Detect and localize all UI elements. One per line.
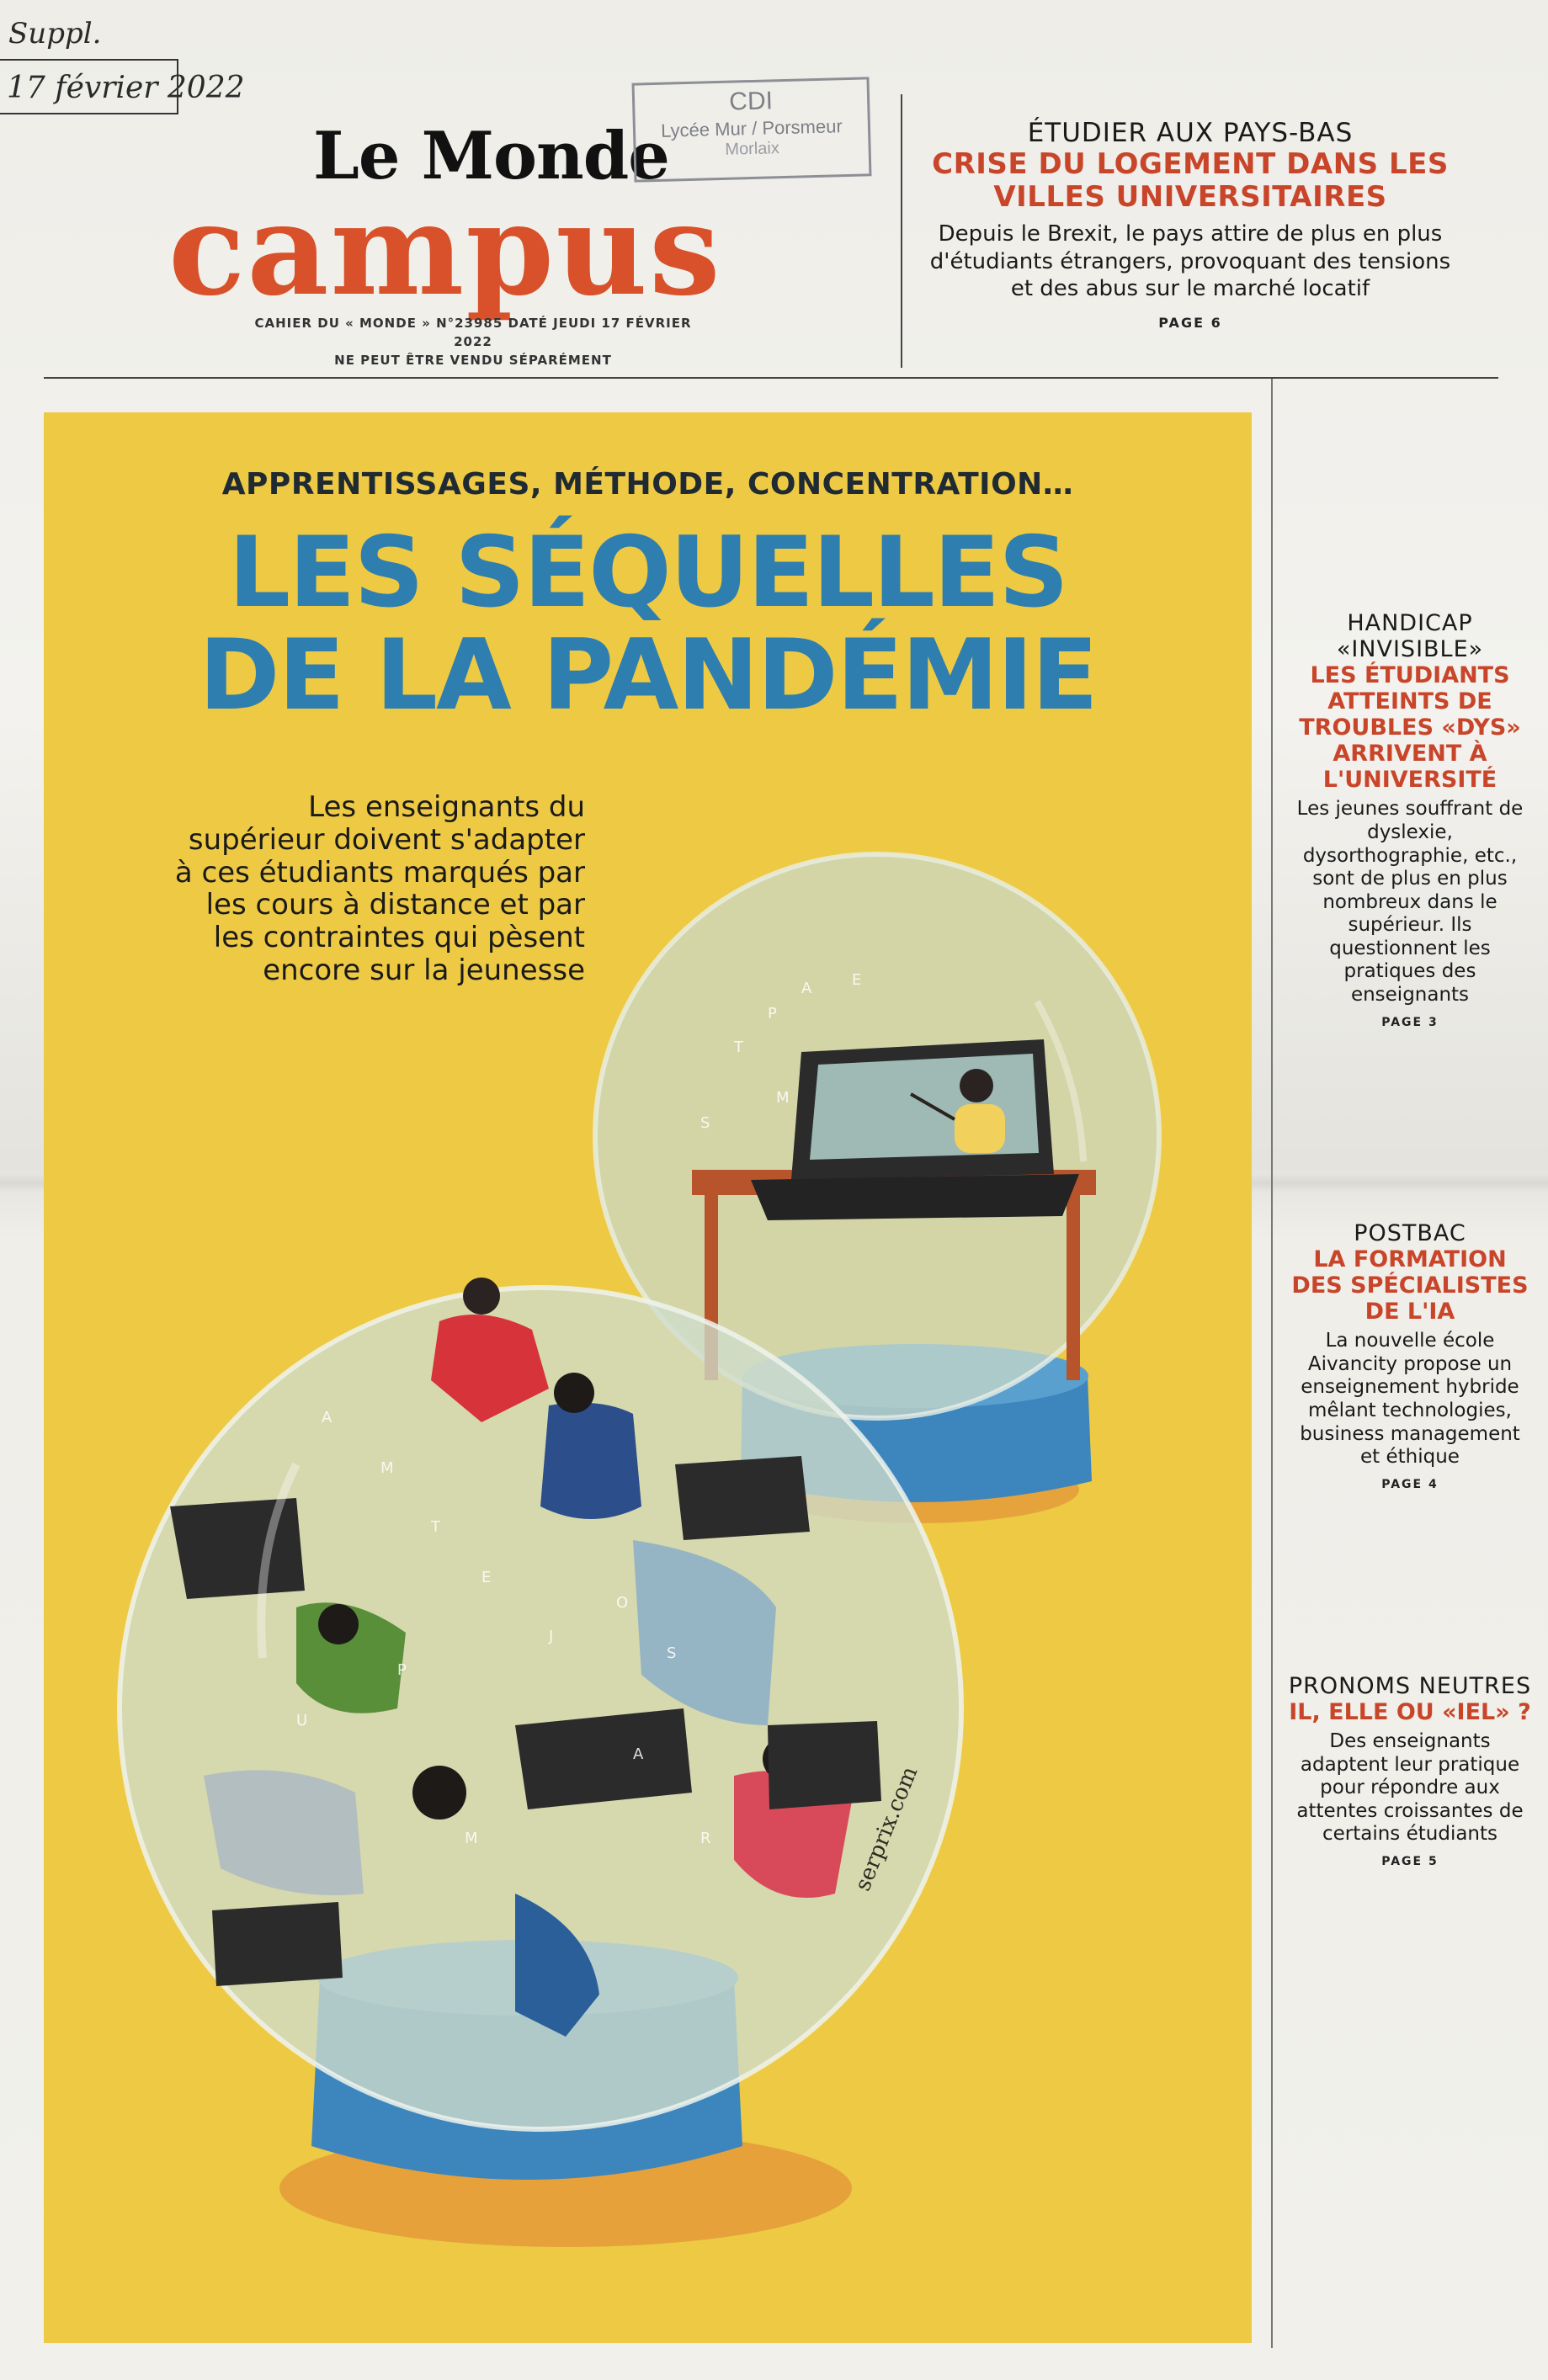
svg-text:S: S [700,1114,710,1132]
sidebar-teaser-ia[interactable]: POSTBAC LA FORMATION DES SPÉCIALISTES DE… [1288,1220,1532,1491]
top-teaser-deck: Depuis le Brexit, le pays attire de plus… [929,221,1451,302]
masthead-divider [901,94,902,368]
svg-text:A: A [322,1409,332,1426]
top-teaser[interactable]: ÉTUDIER AUX PAYS-BAS CRISE DU LOGEMENT D… [921,118,1460,331]
cover-supra: APPRENTISSAGES, MÉTHODE, CONCENTRATION… [221,467,1074,502]
sidebar-page: PAGE 4 [1381,1477,1439,1491]
cover-headline-line-1: LES SÉQUELLES [228,516,1069,630]
svg-text:E: E [852,971,861,989]
sidebar-kicker: PRONOMS NEUTRES [1288,1673,1532,1699]
svg-text:R: R [700,1830,711,1847]
sidebar-headline[interactable]: IL, ELLE OU «IEL» ? [1288,1699,1532,1725]
sidebar-headline[interactable]: LES ÉTUDIANTS ATTEINTS DE TROUBLES «DYS»… [1288,662,1532,793]
cover-headline[interactable]: LES SÉQUELLES DE LA PANDÉMIE [44,522,1252,727]
svg-text:A: A [633,1745,644,1763]
sidebar-teaser-iel[interactable]: PRONOMS NEUTRES IL, ELLE OU «IEL» ? Des … [1288,1673,1532,1868]
campus-logo: campus [168,176,722,324]
svg-text:M: M [465,1830,478,1847]
svg-text:A: A [801,980,812,997]
issue-line-2: NE PEUT ÊTRE VENDU SÉPARÉMENT [334,352,612,368]
svg-text:M: M [776,1089,790,1107]
stamp-line-1: CDI [728,87,774,116]
sidebar-page: PAGE 3 [1381,1015,1439,1029]
sidebar-page: PAGE 5 [1381,1855,1439,1869]
svg-text:J: J [548,1628,553,1645]
top-teaser-kicker: ÉTUDIER AUX PAYS-BAS [1027,118,1354,148]
sidebar-teaser-dys[interactable]: HANDICAP «INVISIBLE» LES ÉTUDIANTS ATTEI… [1288,610,1532,1029]
svg-text:S: S [667,1644,676,1662]
sidebar-kicker: HANDICAP «INVISIBLE» [1336,610,1484,663]
sidebar-deck: La nouvelle école Aivancity propose un e… [1300,1330,1520,1469]
sidebar-divider [1271,379,1273,2348]
sidebar-kicker: POSTBAC [1354,1220,1466,1246]
svg-text:U: U [296,1712,307,1729]
cover-lede: Les enseignants du supérieur doivent s'a… [174,790,585,987]
svg-text:P: P [768,1005,777,1023]
svg-text:P: P [397,1661,407,1679]
top-teaser-headline[interactable]: CRISE DU LOGEMENT DANS LES VILLES UNIVER… [921,147,1460,214]
svg-text:M: M [380,1459,394,1477]
svg-text:O: O [616,1594,628,1612]
sidebar-deck: Des enseignants adaptent leur pratique p… [1296,1730,1524,1846]
sidebar-headline[interactable]: LA FORMATION DES SPÉCIALISTES DE L'IA [1288,1246,1532,1325]
top-teaser-page: PAGE 6 [1158,314,1222,331]
svg-text:E: E [481,1569,491,1586]
handwritten-note-suppl: Suppl. [8,17,102,50]
handwritten-date: 17 février 2022 [7,71,245,105]
svg-text:T: T [430,1518,441,1536]
issue-info: CAHIER DU « MONDE » N°23985 DATÉ JEUDI 1… [237,315,709,369]
sidebar-deck: Les jeunes souffrant de dyslexie, dysort… [1296,798,1524,1007]
library-stamp: CDI Lycée Mur / Porsmeur Morlaix [631,77,872,183]
cover-headline-line-2: DE LA PANDÉMIE [199,618,1098,732]
svg-text:T: T [733,1039,744,1056]
masthead-rule [44,377,1498,379]
issue-line-1: CAHIER DU « MONDE » N°23985 DATÉ JEUDI 1… [254,316,692,349]
